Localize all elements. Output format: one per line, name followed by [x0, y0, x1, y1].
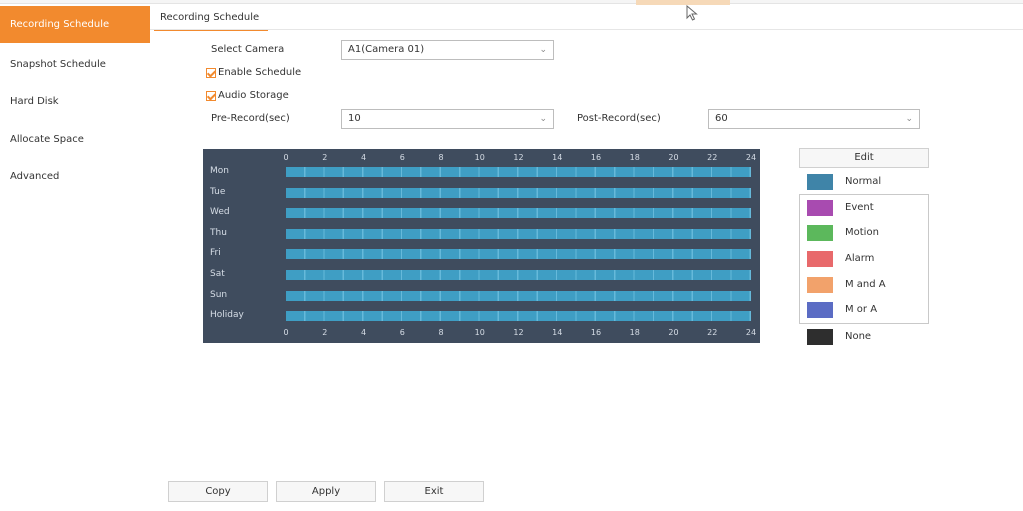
hour-label-bottom: 18	[629, 328, 640, 337]
enable-schedule-label: Enable Schedule	[218, 67, 302, 78]
legend-swatch	[807, 200, 833, 216]
sidebar-item-snapshot-schedule[interactable]: Snapshot Schedule	[0, 46, 150, 83]
hour-label-bottom: 8	[438, 328, 444, 337]
hour-label-top: 8	[438, 153, 444, 162]
day-label: Thu	[210, 227, 227, 238]
tab-bar: Recording Schedule	[152, 8, 1023, 31]
hour-label-bottom: 20	[668, 328, 679, 337]
day-label: Sun	[210, 289, 228, 300]
hour-label-bottom: 10	[474, 328, 485, 337]
day-label: Tue	[210, 186, 226, 197]
top-strip	[0, 0, 1023, 4]
audio-storage-checkbox[interactable]	[206, 91, 216, 101]
hour-label-top: 12	[513, 153, 524, 162]
post-record-select[interactable]: 60 ⌄	[708, 109, 920, 129]
day-label: Mon	[210, 166, 229, 176]
schedule-bar-row[interactable]	[286, 290, 751, 301]
camera-select[interactable]: A1(Camera 01) ⌄	[341, 40, 554, 60]
chevron-down-icon: ⌄	[539, 45, 547, 55]
legend-item[interactable]: Alarm	[807, 251, 922, 267]
hour-label-top: 14	[552, 153, 563, 162]
hour-label-bottom: 6	[399, 328, 405, 337]
divider	[150, 29, 1023, 30]
day-label: Wed	[210, 207, 230, 218]
sidebar: Recording Schedule Snapshot Schedule Har…	[0, 4, 150, 511]
sidebar-item-advanced[interactable]: Advanced	[0, 158, 150, 195]
post-record-label: Post-Record(sec)	[577, 113, 661, 124]
schedule-bar-row[interactable]	[286, 208, 751, 219]
audio-storage-label: Audio Storage	[218, 90, 289, 101]
schedule-grid: 0 0 2 2 4 4 6 6 8 8 10 10 12 12 14 14 16 16 18 18 20 20 22 22 24…	[203, 149, 760, 343]
legend-item[interactable]: Event	[807, 200, 922, 216]
hour-label-bottom: 4	[360, 328, 367, 337]
chevron-down-icon: ⌄	[539, 114, 547, 124]
hour-label-bottom: 12	[513, 328, 524, 337]
edit-button[interactable]: Edit	[799, 148, 929, 168]
hour-label-top: 6	[399, 153, 405, 162]
enable-schedule-checkbox[interactable]	[206, 68, 216, 78]
schedule-bar-row[interactable]	[286, 228, 751, 239]
hour-label-bottom: 2	[322, 328, 328, 337]
apply-button[interactable]: Apply	[276, 481, 376, 502]
schedule-bar-row[interactable]	[286, 167, 751, 177]
legend-label: None	[845, 331, 872, 342]
hour-label-bottom: 0	[283, 328, 289, 337]
sidebar-item-recording-schedule[interactable]: Recording Schedule	[0, 6, 150, 43]
pre-record-value: 10	[348, 113, 361, 124]
pre-record-select[interactable]: 10 ⌄	[341, 109, 554, 129]
legend-swatch	[807, 277, 833, 293]
hour-label-bottom: 22	[707, 328, 718, 337]
legend-swatch	[807, 251, 833, 267]
schedule-bar-row[interactable]	[286, 270, 751, 280]
copy-button[interactable]: Copy	[168, 481, 268, 502]
sidebar-item-hard-disk[interactable]: Hard Disk	[0, 83, 150, 120]
schedule-bar-row[interactable]	[286, 311, 751, 322]
hour-label-top: 16	[590, 153, 602, 162]
hour-label-top: 20	[668, 153, 679, 162]
day-label: Fri	[210, 248, 221, 259]
sidebar-item-allocate-space[interactable]: Allocate Space	[0, 121, 150, 158]
top-accent-tab	[636, 0, 730, 5]
legend-swatch	[807, 174, 833, 190]
legend-swatch	[807, 302, 833, 318]
day-label: Holiday	[210, 310, 244, 321]
legend-item[interactable]: Normal	[807, 174, 922, 190]
legend-label: M or A	[845, 304, 878, 315]
exit-button[interactable]: Exit	[384, 481, 484, 502]
tab-recording-schedule[interactable]: Recording Schedule	[152, 10, 267, 28]
chevron-down-icon: ⌄	[905, 114, 913, 124]
hour-label-top: 10	[474, 153, 485, 162]
pre-record-label: Pre-Record(sec)	[211, 113, 290, 124]
legend-item[interactable]: M and A	[807, 277, 922, 293]
legend-label: Event	[845, 202, 874, 213]
hour-label-top: 2	[322, 153, 328, 162]
hour-label-bottom: 14	[552, 328, 563, 337]
legend-label: Normal	[845, 176, 882, 187]
legend-item[interactable]: M or A	[807, 302, 922, 318]
legend-label: Alarm	[845, 253, 875, 264]
hour-label-top: 22	[707, 153, 718, 162]
hour-label-bottom: 24	[745, 328, 757, 337]
hour-label-bottom: 16	[590, 328, 602, 337]
legend-item[interactable]: None	[807, 329, 922, 345]
day-label: Sat	[210, 269, 225, 279]
legend-label: Motion	[845, 227, 879, 238]
schedule-bar-row[interactable]	[286, 249, 751, 260]
legend-swatch	[807, 225, 833, 241]
camera-select-value: A1(Camera 01)	[348, 44, 425, 55]
post-record-value: 60	[715, 113, 728, 124]
legend-label: M and A	[845, 279, 886, 290]
legend-swatch	[807, 329, 833, 345]
hour-label-top: 0	[283, 153, 289, 162]
hour-label-top: 24	[745, 153, 757, 162]
schedule-bar-row[interactable]	[286, 187, 751, 198]
legend-item[interactable]: Motion	[807, 225, 922, 241]
hour-label-top: 18	[629, 153, 640, 162]
select-camera-label: Select Camera	[211, 44, 285, 55]
hour-label-top: 4	[360, 153, 367, 162]
